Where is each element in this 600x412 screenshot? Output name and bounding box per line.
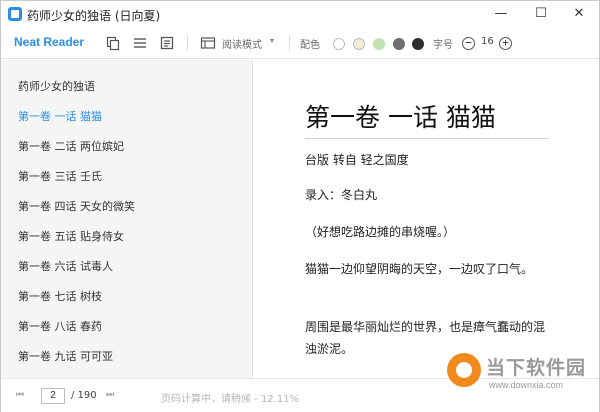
- chevron-down-icon[interactable]: ▾: [270, 36, 274, 45]
- watermark-logo-icon: [447, 353, 481, 387]
- toolbar-divider: [289, 35, 290, 51]
- paragraph: 录入：冬白丸: [305, 188, 378, 202]
- reading-mode-dropdown[interactable]: 阅读模式: [222, 36, 262, 51]
- font-size-value: 16: [481, 36, 494, 47]
- font-size-label: 字号: [433, 40, 453, 51]
- maximize-button[interactable]: ☐: [523, 1, 559, 27]
- minimize-button[interactable]: —: [483, 1, 519, 27]
- paragraph: （好想吃路边摊的串烧喔。）: [305, 225, 456, 239]
- toc-sidebar: 药师少女的独语 第一卷 一话 猫猫 第一卷 二话 两位嫔妃 第一卷 三话 壬氏 …: [1, 60, 253, 378]
- page-number-input[interactable]: 2: [41, 388, 65, 404]
- reading-mode-icon[interactable]: [200, 35, 216, 51]
- toc-item[interactable]: 第一卷 三话 壬氏: [18, 168, 102, 184]
- color-swatch-cream[interactable]: [353, 38, 365, 50]
- chapter-title: 第一卷 一话 猫猫: [305, 103, 496, 132]
- toc-item-book-title[interactable]: 药师少女的独语: [18, 78, 95, 94]
- app-window: 药师少女的独语 (日向夏) — ☐ ✕ Neat Reader 阅读模式 ▾ 配…: [0, 0, 600, 412]
- title-divider: [305, 138, 549, 139]
- reading-pane: 第一卷 一话 猫猫 台版 转自 轻之国度 录入：冬白丸 （好想吃路边摊的串烧喔。…: [254, 60, 599, 378]
- color-scheme-label: 配色: [300, 40, 320, 51]
- window-title: 药师少女的独语 (日向夏): [27, 9, 161, 23]
- notes-icon[interactable]: [159, 35, 175, 51]
- color-swatch-white[interactable]: [333, 38, 345, 50]
- watermark-url: www.downxia.com: [489, 380, 564, 390]
- close-button[interactable]: ✕: [561, 1, 597, 27]
- color-swatch-dark[interactable]: [412, 38, 424, 50]
- paragraph: 台版 转自 轻之国度: [305, 153, 409, 167]
- paragraph: 猫猫一边仰望阴晦的天空，一边叹了口气。: [305, 262, 534, 276]
- font-increase-button[interactable]: +: [499, 37, 512, 50]
- toc-item[interactable]: 第一卷 九话 可可亚: [18, 348, 113, 364]
- toc-item[interactable]: 第一卷 二话 两位嫔妃: [18, 138, 124, 154]
- watermark-text: 当下软件园: [486, 357, 587, 379]
- color-swatch-gray[interactable]: [393, 38, 405, 50]
- last-page-icon[interactable]: ⏭: [106, 390, 114, 400]
- toolbar-divider: [187, 35, 188, 51]
- toc-item[interactable]: 第一卷 八话 春药: [18, 318, 102, 334]
- toc-item-active[interactable]: 第一卷 一话 猫猫: [18, 108, 102, 124]
- page-total: / 190: [71, 390, 97, 401]
- pagination-status: 页码计算中，请稍候 - 12.11%: [161, 394, 300, 405]
- toc-item[interactable]: 第一卷 六话 试毒人: [18, 258, 113, 274]
- app-icon: [8, 7, 22, 21]
- toc-list-icon[interactable]: [132, 35, 148, 51]
- font-decrease-button[interactable]: −: [462, 37, 475, 50]
- toc-item[interactable]: 第一卷 四话 天女的微笑: [18, 198, 135, 214]
- toc-item[interactable]: 第一卷 七话 树枝: [18, 288, 102, 304]
- color-swatch-green[interactable]: [373, 38, 385, 50]
- first-page-icon[interactable]: ⏮: [16, 390, 24, 400]
- toc-item[interactable]: 第一卷 五话 贴身侍女: [18, 228, 124, 244]
- brand-logo: Neat Reader: [14, 35, 85, 49]
- toolbar: Neat Reader 阅读模式 ▾ 配色 字号 − 16 +: [1, 27, 599, 59]
- title-bar: 药师少女的独语 (日向夏) — ☐ ✕: [1, 1, 599, 27]
- copy-icon[interactable]: [105, 35, 121, 51]
